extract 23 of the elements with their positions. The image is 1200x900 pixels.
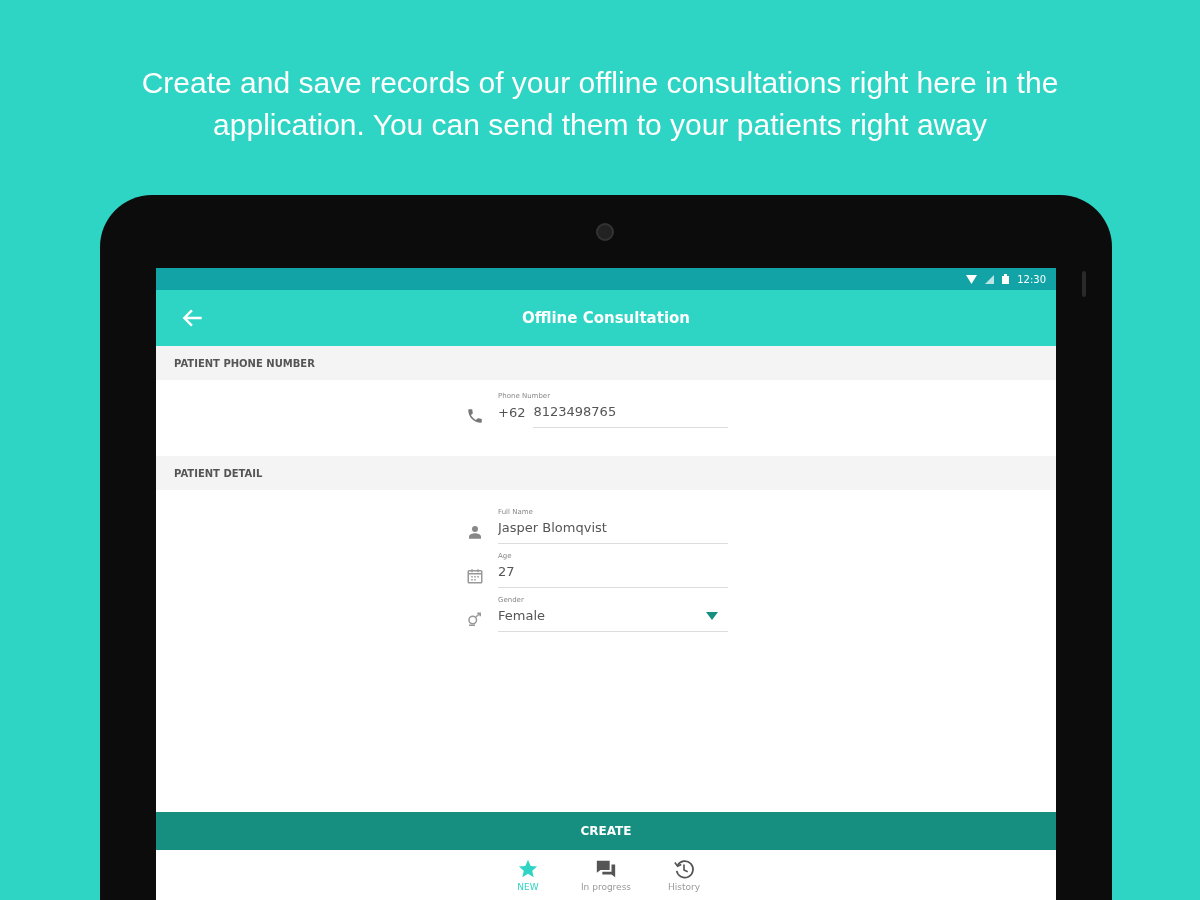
history-icon (673, 858, 695, 880)
gender-icon (466, 611, 484, 629)
status-time: 12:30 (1017, 273, 1046, 285)
app-title: Offline Consultation (521, 309, 690, 327)
section-title: PATIENT DETAIL (174, 467, 263, 479)
phone-icon (466, 407, 484, 425)
country-code: +62 (498, 405, 526, 422)
star-icon (517, 858, 539, 880)
gender-dropdown[interactable]: Female (498, 606, 728, 632)
input-field[interactable]: Jasper Blomqvist (498, 518, 728, 544)
section-title: PATIENT PHONE NUMBER (174, 357, 315, 369)
calendar-icon (466, 567, 484, 585)
camera-lens (596, 222, 614, 241)
battery-icon (1002, 274, 1010, 284)
chat-bubbles-icon (595, 858, 617, 880)
signal-icon (985, 274, 995, 284)
wifi-icon (966, 274, 978, 284)
create-button[interactable]: CREATE (156, 812, 1056, 850)
person-icon (466, 523, 484, 541)
caret-icon (706, 611, 718, 620)
input-field[interactable]: 8123498765 (533, 402, 728, 428)
headline: Create and save records of your offline consultations right here in the application. You can send them to your patients right away (140, 65, 1060, 143)
input-field[interactable]: 27 (498, 562, 728, 588)
